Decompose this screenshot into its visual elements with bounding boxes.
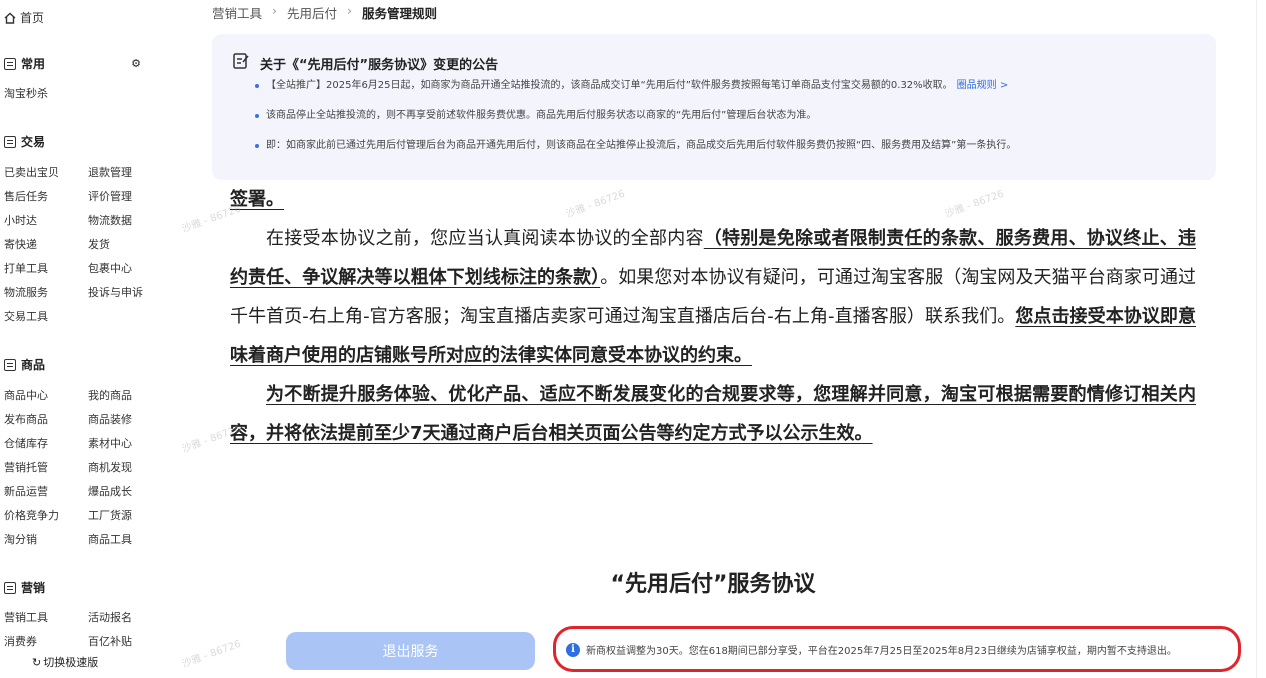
sidebar-item[interactable]: 交易工具 [4, 308, 88, 324]
sidebar-item[interactable]: 寄快递 [4, 236, 88, 252]
sidebar-item[interactable]: 已卖出宝贝 [4, 164, 88, 180]
marketing-icon [4, 581, 16, 594]
sidebar-item[interactable]: 消费券 [4, 633, 88, 649]
sidebar-item[interactable]: 包裹中心 [88, 260, 172, 276]
announcement-card: 关于《“先用后付”服务协议》变更的公告 【全站推广】2025年6月25日起，如商… [212, 34, 1216, 180]
sidebar-section-trade[interactable]: 交易 [4, 133, 45, 150]
switch-speed-version[interactable]: ↻ 切换极速版 [32, 654, 98, 670]
sidebar-item[interactable]: 仓储库存 [4, 435, 88, 451]
sidebar-marketing-items: 营销工具 活动报名 消费券 百亿补贴 [4, 609, 172, 649]
sidebar-item[interactable]: 价格竞争力 [4, 507, 88, 523]
announcement-item-text: 该商品停止全站推投流的，则不再享受前述软件服务费优惠。商品先用后付服务状态以商家… [266, 110, 817, 121]
sidebar-item[interactable]: 商品装修 [88, 411, 172, 427]
sidebar-item[interactable]: 发布商品 [4, 411, 88, 427]
sidebar-item[interactable]: 退款管理 [88, 164, 172, 180]
trade-icon [4, 135, 16, 148]
menu-icon [4, 57, 16, 70]
sidebar-item[interactable]: 爆品成长 [88, 483, 172, 499]
announcement-title: 关于《“先用后付”服务协议》变更的公告 [232, 52, 498, 74]
announcement-item: 即：如商家此前已通过先用后付管理后台为商品开通先用后付，则该商品在全站推停止投流… [254, 138, 1016, 168]
announcement-item-text: 【全站推广】2025年6月25日起，如商家为商品开通全站推投流的，该商品成交订单… [266, 80, 953, 91]
agreement-text: 签署。 在接受本协议之前，您应当认真阅读本协议的全部内容（特别是免除或者限制责任… [230, 180, 1196, 453]
rule-link[interactable]: 圈品规则 > [957, 80, 1009, 91]
sidebar-item[interactable]: 投诉与申诉 [88, 284, 172, 300]
exit-service-button[interactable]: 退出服务 [286, 632, 535, 670]
announcement-item: 该商品停止全站推投流的，则不再享受前述软件服务费优惠。商品先用后付服务状态以商家… [254, 108, 1016, 138]
announcement-title-text: 关于《“先用后付”服务协议》变更的公告 [260, 57, 499, 73]
sidebar-item-common-0[interactable]: 淘宝秒杀 [4, 85, 48, 101]
sidebar-item[interactable]: 物流服务 [4, 284, 88, 300]
sidebar: 首页 常用 ⚙ 淘宝秒杀 交易 已卖出宝贝 退款管理 售后任务 评价管理 小时达… [0, 0, 168, 678]
sidebar-item[interactable]: 新品运营 [4, 483, 88, 499]
section-title: 常用 [21, 57, 46, 71]
sidebar-section-common[interactable]: 常用 ⚙ [4, 55, 164, 72]
announcement-list: 【全站推广】2025年6月25日起，如商家为商品开通全站推投流的，该商品成交订单… [254, 78, 1016, 168]
sidebar-item[interactable]: 售后任务 [4, 188, 88, 204]
sidebar-item-label: 淘宝秒杀 [4, 87, 48, 100]
gear-icon[interactable]: ⚙ [131, 57, 141, 70]
info-icon: i [566, 642, 580, 657]
sidebar-item[interactable]: 评价管理 [88, 188, 172, 204]
sidebar-trade-items: 已卖出宝贝 退款管理 售后任务 评价管理 小时达 物流数据 寄快递 发货 打单工… [4, 164, 172, 324]
doc-paragraph: 为不断提升服务体验、优化产品、适应不断发展变化的合规要求等，您理解并同意，淘宝可… [230, 384, 1196, 444]
info-banner-text: 新商权益调整为30天。您在618期间已部分享受，平台在2025年7月25日至20… [586, 646, 1177, 657]
document-title: “先用后付”服务协议 [610, 572, 816, 597]
sidebar-item[interactable]: 工厂货源 [88, 507, 172, 523]
watermark: 沙雅 - 86726 [180, 638, 243, 671]
sidebar-item[interactable]: 商机发现 [88, 459, 172, 475]
sidebar-item[interactable]: 营销托管 [4, 459, 88, 475]
doc-line: 签署。 [230, 189, 284, 210]
announcement-item-text: 即：如商家此前已通过先用后付管理后台为商品开通先用后付，则该商品在全站推停止投流… [266, 140, 1017, 151]
sidebar-item[interactable]: 小时达 [4, 212, 88, 228]
sidebar-item[interactable]: 打单工具 [4, 260, 88, 276]
sidebar-item[interactable]: 发货 [88, 236, 172, 252]
switch-label: 切换极速版 [43, 656, 99, 669]
announcement-item: 【全站推广】2025年6月25日起，如商家为商品开通全站推投流的，该商品成交订单… [254, 78, 1016, 108]
sidebar-item[interactable]: 商品工具 [88, 531, 172, 547]
sidebar-item[interactable]: 物流数据 [88, 212, 172, 228]
scrollbar-track[interactable] [1256, 0, 1266, 678]
section-title: 交易 [21, 135, 46, 149]
sidebar-section-goods[interactable]: 商品 [4, 356, 45, 373]
edit-note-icon [232, 52, 250, 74]
sidebar-section-marketing[interactable]: 营销 [4, 579, 45, 596]
sidebar-item[interactable]: 商品中心 [4, 387, 88, 403]
app-window: 首页 常用 ⚙ 淘宝秒杀 交易 已卖出宝贝 退款管理 售后任务 评价管理 小时达… [0, 0, 1266, 678]
switch-icon: ↻ [32, 655, 42, 669]
doc-text: 在接受本协议之前，您应当认真阅读本协议的全部内容 [266, 228, 704, 249]
sidebar-item[interactable]: 我的商品 [88, 387, 172, 403]
home-icon [4, 12, 16, 24]
sidebar-item[interactable]: 营销工具 [4, 609, 88, 625]
section-title: 营销 [21, 581, 46, 595]
sidebar-item[interactable]: 淘分销 [4, 531, 88, 547]
section-title: 商品 [21, 358, 46, 372]
info-banner-content: i 新商权益调整为30天。您在618期间已部分享受，平台在2025年7月25日至… [566, 642, 1177, 657]
sidebar-goods-items: 商品中心 我的商品 发布商品 商品装修 仓储库存 素材中心 营销托管 商机发现 … [4, 387, 172, 547]
sidebar-item[interactable]: 活动报名 [88, 609, 172, 625]
sidebar-item[interactable]: 百亿补贴 [88, 633, 172, 649]
sidebar-item[interactable]: 素材中心 [88, 435, 172, 451]
sidebar-item-home[interactable]: 首页 [4, 9, 44, 26]
doc-paragraph: 在接受本协议之前，您应当认真阅读本协议的全部内容（特别是免除或者限制责任的条款、… [230, 219, 1196, 375]
sidebar-item-label: 首页 [20, 11, 45, 25]
goods-icon [4, 358, 16, 371]
highlighted-info-banner: i 新商权益调整为30天。您在618期间已部分享受，平台在2025年7月25日至… [553, 626, 1241, 672]
